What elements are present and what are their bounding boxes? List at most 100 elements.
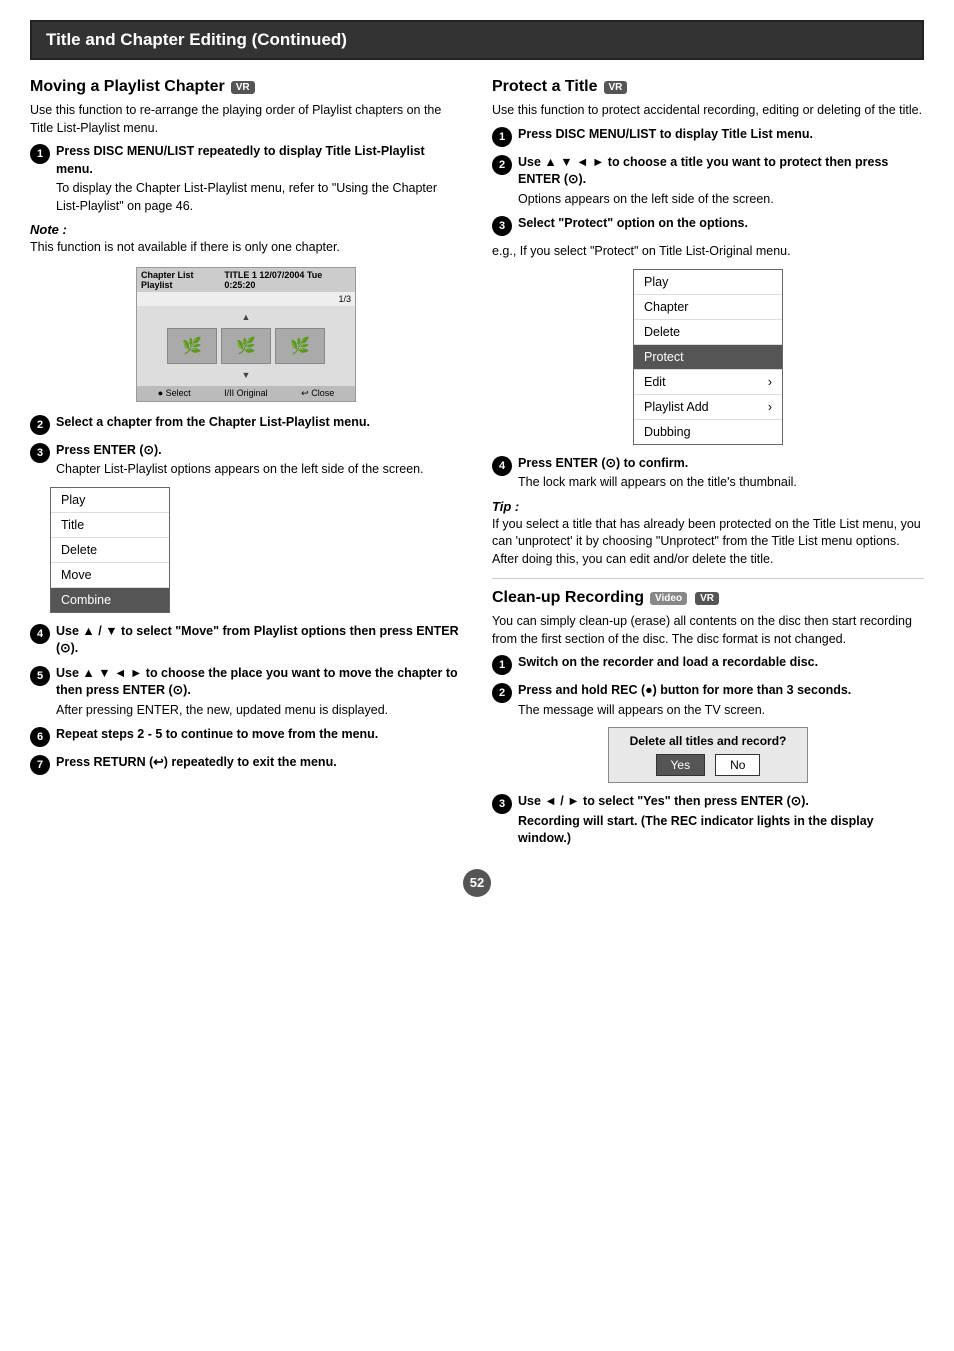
step-num-1-left: 1 [30, 144, 50, 164]
cleanup-step-text-1: Switch on the recorder and load a record… [518, 654, 924, 672]
dialog-title: Delete all titles and record? [615, 734, 801, 748]
step-text-3-right: Select "Protect" option on the options. [518, 215, 924, 233]
cleanup-step-1: 1 Switch on the recorder and load a reco… [492, 654, 924, 675]
cleanup-step-2: 2 Press and hold REC (●) button for more… [492, 682, 924, 719]
cleanup-step-text-3: Use ◄ / ► to select "Yes" then press ENT… [518, 793, 924, 848]
example-text: e.g., If you select "Protect" on Title L… [492, 243, 924, 261]
title-label-protect: Protect [644, 350, 684, 364]
chapter-thumb-3: 🌿 [275, 328, 325, 364]
right-section-title: Protect a Title VR [492, 78, 924, 96]
left-column: Moving a Playlist Chapter VR Use this fu… [30, 78, 462, 855]
step-2-left: 2 Select a chapter from the Chapter List… [30, 414, 462, 435]
tip-title: Tip : [492, 499, 924, 514]
step-num-1-right: 1 [492, 127, 512, 147]
chapter-thumb-2: 🌿 [221, 328, 271, 364]
chapter-thumb-1: 🌿 [167, 328, 217, 364]
right-column: Protect a Title VR Use this function to … [492, 78, 924, 855]
right-intro: Use this function to protect accidental … [492, 102, 924, 120]
title-menu-edit[interactable]: Edit › [634, 370, 782, 395]
menu-label-title: Title [61, 518, 84, 532]
left-section-title: Moving a Playlist Chapter VR [30, 78, 462, 96]
title-menu: Play Chapter Delete Protect Edit › Playl… [633, 269, 783, 445]
menu-item-delete-left[interactable]: Delete [51, 538, 169, 563]
step-text-4-right: Press ENTER (⊙) to confirm. The lock mar… [518, 455, 924, 492]
step-3-left: 3 Press ENTER (⊙). Chapter List-Playlist… [30, 442, 462, 479]
title-menu-play[interactable]: Play [634, 270, 782, 295]
menu-item-title[interactable]: Title [51, 513, 169, 538]
title-label-chapter: Chapter [644, 300, 688, 314]
step-text-2-left: Select a chapter from the Chapter List-P… [56, 414, 462, 432]
chapter-screen-footer: ● Select I/II Original ↩ Close [137, 386, 355, 401]
step-text-4-left: Use ▲ / ▼ to select "Move" from Playlist… [56, 623, 462, 658]
cleanup-step-num-3: 3 [492, 794, 512, 814]
step-num-2-right: 2 [492, 155, 512, 175]
step-num-3-right: 3 [492, 216, 512, 236]
title-label-delete: Delete [644, 325, 680, 339]
menu-item-combine[interactable]: Combine [51, 588, 169, 612]
step-num-3-left: 3 [30, 443, 50, 463]
title-label-dubbing: Dubbing [644, 425, 691, 439]
step-text-5-left: Use ▲ ▼ ◄ ► to choose the place you want… [56, 665, 462, 720]
step-4-left: 4 Use ▲ / ▼ to select "Move" from Playli… [30, 623, 462, 658]
cleanup-dialog: Delete all titles and record? Yes No [608, 727, 808, 783]
step-7-left: 7 Press RETURN (↩) repeatedly to exit th… [30, 754, 462, 775]
chapter-nav-down: ▼ [242, 370, 251, 380]
note-title: Note : [30, 222, 462, 237]
chapter-nav-up: ▲ [242, 312, 251, 322]
vr-badge-left: VR [231, 81, 255, 94]
step-text-1-right: Press DISC MENU/LIST to display Title Li… [518, 126, 924, 144]
menu-label-move: Move [61, 568, 92, 582]
dialog-yes-button[interactable]: Yes [656, 754, 706, 776]
step-text-2-right: Use ▲ ▼ ◄ ► to choose a title you want t… [518, 154, 924, 209]
cleanup-step-num-2: 2 [492, 683, 512, 703]
menu-label-combine: Combine [61, 593, 111, 607]
title-menu-protect[interactable]: Protect [634, 345, 782, 370]
note-text: This function is not available if there … [30, 239, 462, 257]
cleanup-step-text-2: Press and hold REC (●) button for more t… [518, 682, 924, 719]
title-menu-playlist-add[interactable]: Playlist Add › [634, 395, 782, 420]
step-4-right: 4 Press ENTER (⊙) to confirm. The lock m… [492, 455, 924, 492]
step-3-right: 3 Select "Protect" option on the options… [492, 215, 924, 236]
left-intro: Use this function to re-arrange the play… [30, 102, 462, 137]
title-menu-dubbing[interactable]: Dubbing [634, 420, 782, 444]
step-num-4-right: 4 [492, 456, 512, 476]
moving-playlist-chapter-title: Moving a Playlist Chapter [30, 78, 225, 96]
chapter-screen-header-right: TITLE 1 12/07/2004 Tue 0:25:20 [224, 270, 351, 290]
cleanup-step-num-1: 1 [492, 655, 512, 675]
chapter-screen: Chapter List Playlist TITLE 1 12/07/2004… [136, 267, 356, 402]
chapter-screen-header-left: Chapter List Playlist [141, 270, 224, 290]
cleanup-intro: You can simply clean-up (erase) all cont… [492, 613, 924, 648]
menu-label-delete-left: Delete [61, 543, 97, 557]
step-1-left: 1 Press DISC MENU/LIST repeatedly to dis… [30, 143, 462, 215]
tip-block: Tip : If you select a title that has alr… [492, 499, 924, 569]
step-5-left: 5 Use ▲ ▼ ◄ ► to choose the place you wa… [30, 665, 462, 720]
step-text-1-left: Press DISC MENU/LIST repeatedly to displ… [56, 143, 462, 215]
vr-badge-right: VR [604, 81, 628, 94]
chapter-screen-body: ▲ 🌿 🌿 🌿 ▼ [137, 306, 355, 386]
title-label-playlist-add: Playlist Add [644, 400, 709, 414]
menu-item-move[interactable]: Move [51, 563, 169, 588]
cleanup-section-title: Clean-up Recording Video VR [492, 589, 924, 607]
cleanup-heading: Clean-up Recording [492, 589, 644, 607]
step-6-left: 6 Repeat steps 2 - 5 to continue to move… [30, 726, 462, 747]
step-1-right: 1 Press DISC MENU/LIST to display Title … [492, 126, 924, 147]
title-label-edit: Edit [644, 375, 666, 389]
title-menu-chapter[interactable]: Chapter [634, 295, 782, 320]
footer-select: ● Select [158, 388, 191, 399]
step-num-6-left: 6 [30, 727, 50, 747]
step-num-5-left: 5 [30, 666, 50, 686]
vr-badge-cleanup: VR [695, 592, 719, 605]
dialog-buttons: Yes No [615, 754, 801, 776]
step-num-7-left: 7 [30, 755, 50, 775]
protect-title-heading: Protect a Title [492, 78, 598, 96]
page-number: 52 [463, 869, 491, 897]
footer-original: I/II Original [224, 388, 268, 399]
chapter-thumbnails: 🌿 🌿 🌿 [167, 328, 325, 364]
menu-item-play-left[interactable]: Play [51, 488, 169, 513]
step-text-7-left: Press RETURN (↩) repeatedly to exit the … [56, 754, 462, 772]
playlist-arrow: › [768, 400, 772, 414]
page-title: Title and Chapter Editing (Continued) [30, 20, 924, 60]
dialog-no-button[interactable]: No [715, 754, 760, 776]
title-menu-delete[interactable]: Delete [634, 320, 782, 345]
chapter-page: 1/3 [137, 292, 355, 306]
